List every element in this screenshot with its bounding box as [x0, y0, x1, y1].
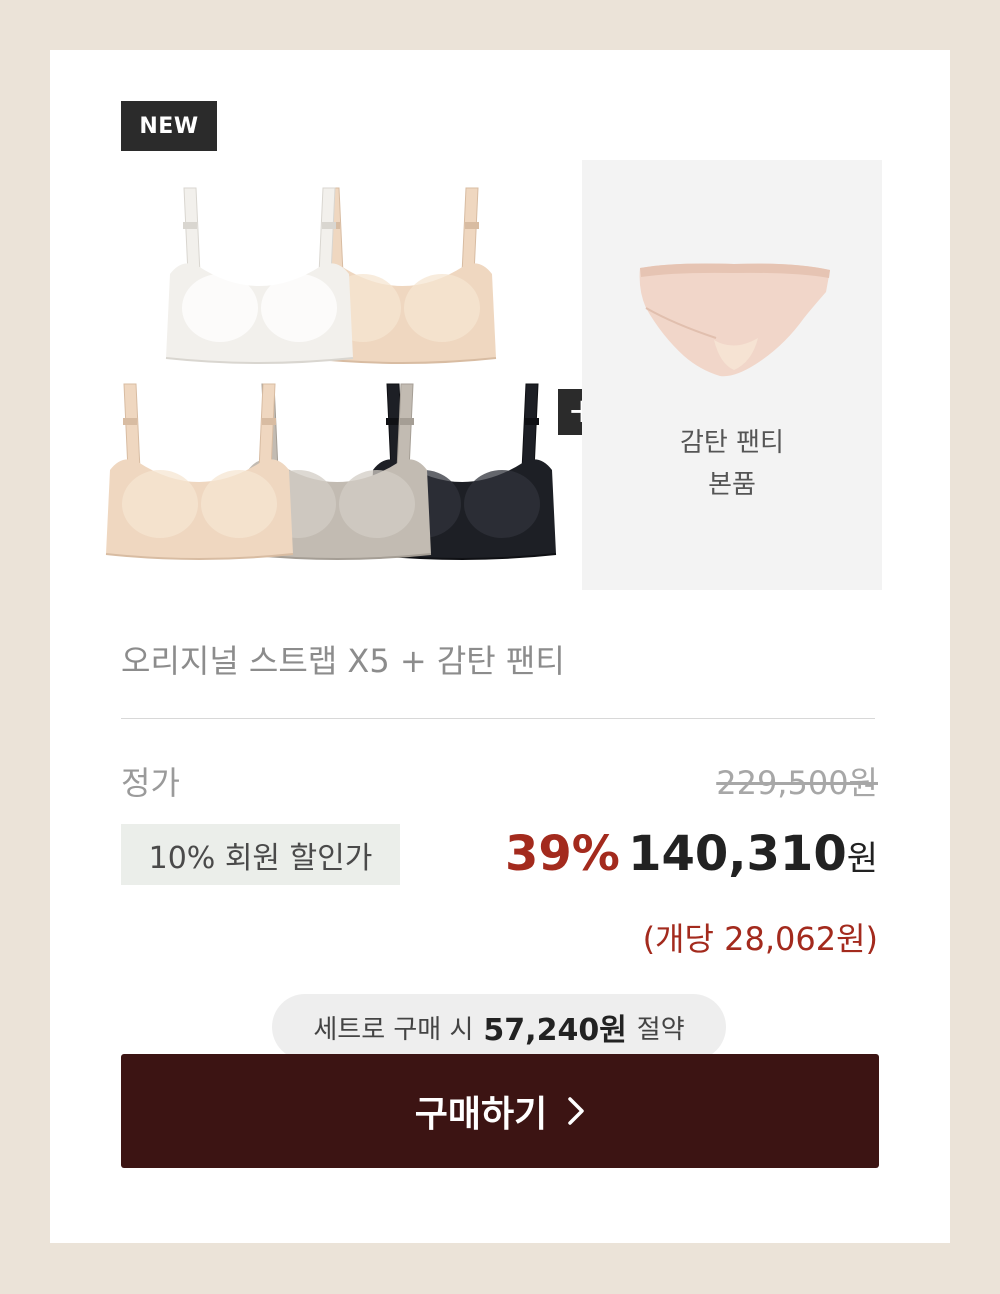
cup-right — [404, 274, 480, 342]
discount-rate: 39% — [505, 826, 620, 882]
strap-left — [183, 187, 201, 275]
strap-slider-left — [123, 418, 137, 425]
cup-right — [261, 274, 337, 342]
cup-right — [201, 470, 277, 538]
final-price-value: 140,310 — [628, 826, 847, 882]
final-price-unit: 원 — [846, 839, 878, 879]
buy-label: 구매하기 — [414, 1094, 548, 1135]
gift-panty-card[interactable]: 감탄 팬티 본품 — [582, 160, 882, 590]
strap-right — [258, 383, 276, 471]
bra-ivory-image — [165, 187, 354, 364]
regular-price-label: 정가 — [121, 764, 180, 802]
strap-slider-right — [400, 418, 414, 425]
gift-name: 감탄 팬티 — [680, 428, 784, 458]
savings-suffix: 절약 — [636, 1014, 685, 1045]
savings-amount: 57,240원 — [483, 1013, 627, 1048]
strap-slider-right — [465, 222, 479, 229]
cup-left — [122, 470, 198, 538]
chevron-right-icon — [568, 1097, 584, 1125]
regular-price: 229,500원 — [716, 764, 878, 802]
strap-right — [461, 187, 479, 275]
savings-prefix: 세트로 구매 시 — [313, 1014, 474, 1045]
strap-right — [521, 383, 539, 471]
strap-slider-right — [322, 222, 336, 229]
strap-slider-right — [525, 418, 539, 425]
strap-slider-left — [183, 222, 197, 229]
member-discount-badge: 10% 회원 할인가 — [121, 824, 400, 885]
panty-image — [639, 263, 830, 377]
gift-label: 감탄 팬티 본품 — [582, 422, 882, 506]
strap-right — [396, 383, 414, 471]
bra-shape — [165, 187, 354, 364]
bra-beige-2-image — [105, 383, 294, 560]
final-price: 140,310원 — [628, 826, 878, 882]
savings-tooltip: 세트로 구매 시 57,240원 절약 — [272, 994, 726, 1070]
new-badge: NEW — [121, 101, 217, 151]
strap-right — [318, 187, 336, 275]
product-card: NEW + 감탄 팬티 본품 오리지널 스트랩 X5 + 감탄 팬티 정가 22… — [50, 50, 950, 1243]
cup-left — [182, 274, 258, 342]
cup-right — [464, 470, 540, 538]
cup-right — [339, 470, 415, 538]
bra-shape — [105, 383, 294, 560]
strap-slider-right — [262, 418, 276, 425]
product-title: 오리지널 스트랩 X5 + 감탄 팬티 — [121, 642, 565, 680]
gift-note: 본품 — [708, 470, 756, 500]
divider — [121, 718, 875, 719]
buy-button[interactable]: 구매하기 — [121, 1054, 879, 1168]
per-unit-price: (개당 28,062원) — [642, 920, 878, 958]
strap-left — [123, 383, 141, 471]
